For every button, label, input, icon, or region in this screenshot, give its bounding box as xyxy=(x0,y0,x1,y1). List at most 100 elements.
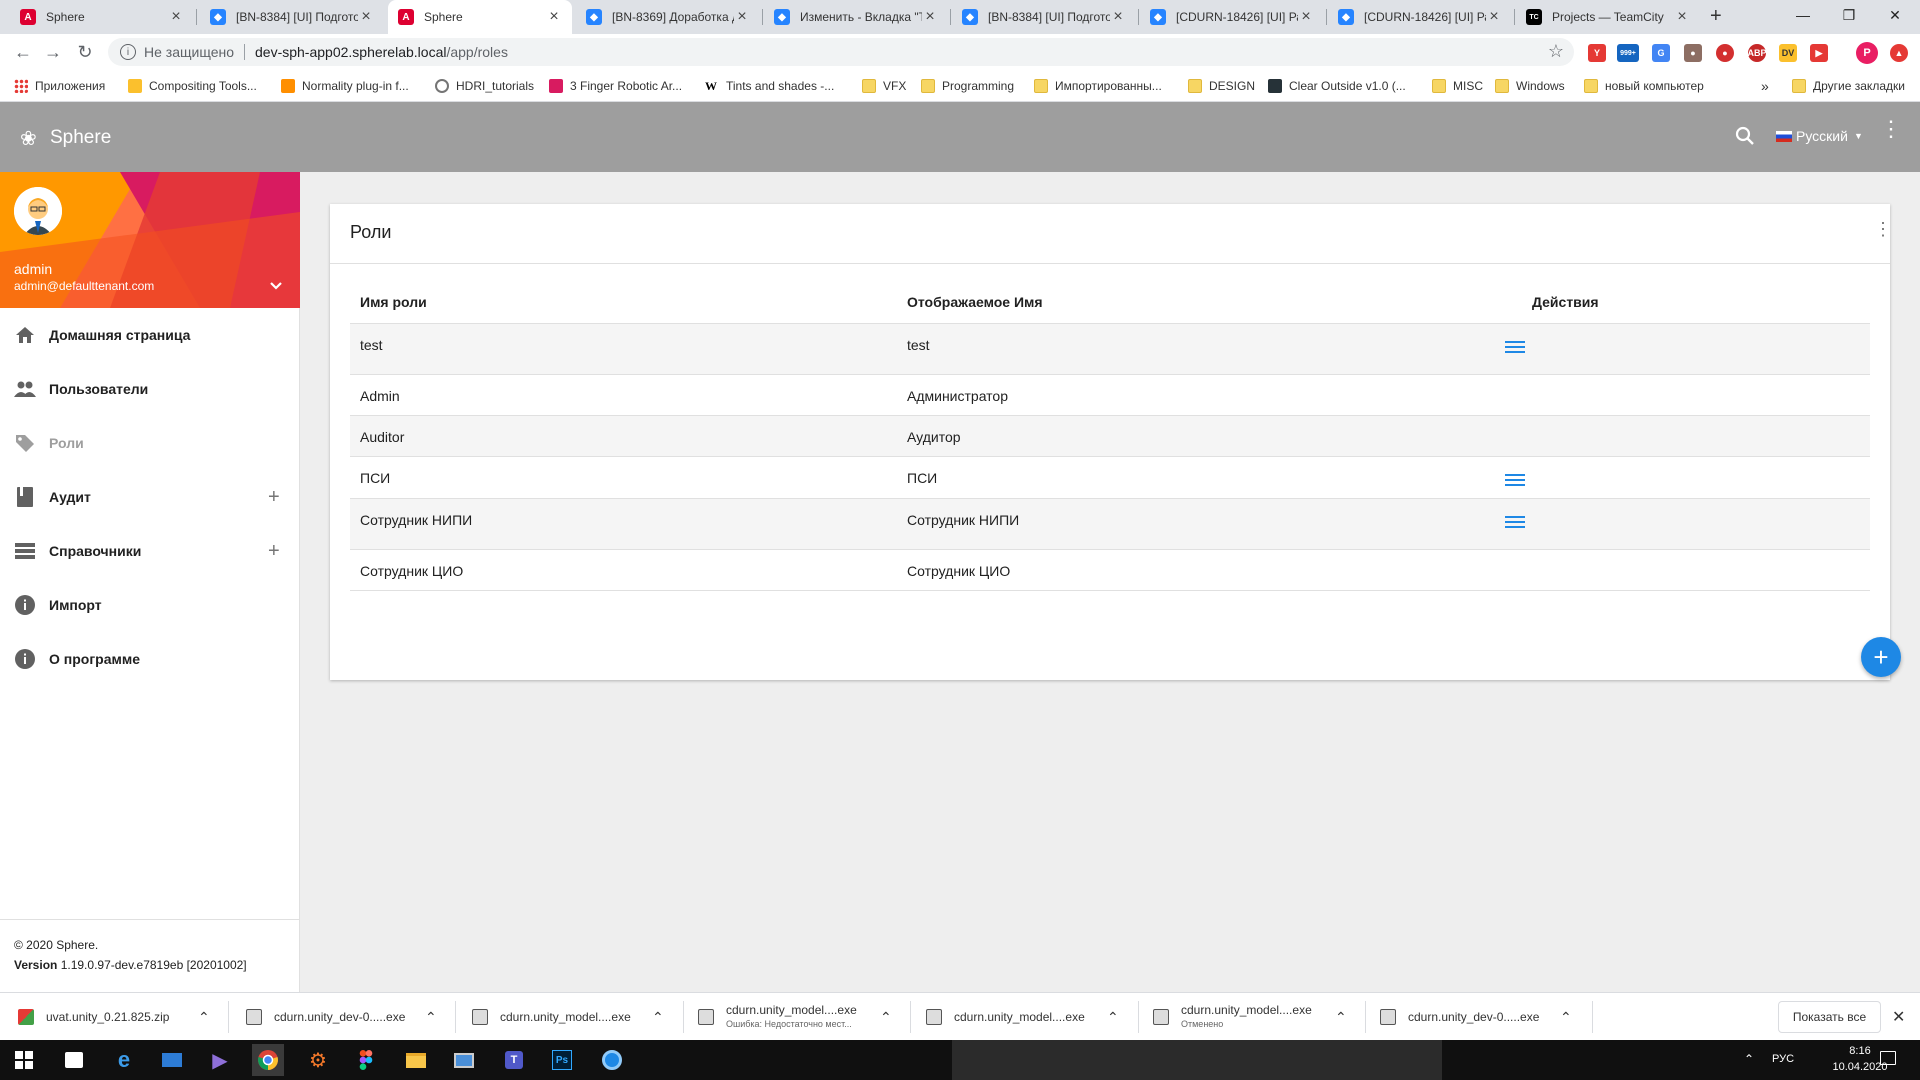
expand-plus-icon[interactable]: + xyxy=(268,540,280,563)
bookmark-item[interactable]: VFX xyxy=(862,70,906,102)
download-item[interactable]: uvat.unity_0.21.825.zip xyxy=(18,993,169,1041)
card-menu-icon[interactable]: ⋮ xyxy=(1874,220,1892,238)
browser-tab[interactable]: A Sphere × xyxy=(10,0,194,34)
visual-studio-icon[interactable]: ▶ xyxy=(204,1044,236,1076)
bookmark-item[interactable]: W Tints and shades -... xyxy=(705,70,834,102)
add-role-button[interactable]: + xyxy=(1861,637,1901,677)
sidebar-item[interactable]: Домашняя страница xyxy=(0,308,300,362)
download-menu-chevron-icon[interactable]: ⌃ xyxy=(198,993,210,1041)
bookmark-item[interactable]: Normality plug-in f... xyxy=(281,70,409,102)
profile-avatar[interactable]: P xyxy=(1856,42,1878,64)
app-icon[interactable] xyxy=(596,1044,628,1076)
browser-tab[interactable]: ◆ [CDURN-18426] [UI] Ра × xyxy=(1328,0,1512,34)
photoshop-icon[interactable]: Ps xyxy=(546,1044,578,1076)
other-bookmarks-item[interactable]: Другие закладки xyxy=(1792,70,1905,102)
file-explorer-icon[interactable] xyxy=(400,1044,432,1076)
close-window-button[interactable]: ✕ xyxy=(1872,0,1918,30)
bookmark-star-icon[interactable]: ☆ xyxy=(1548,41,1564,62)
sidebar-item[interactable]: О программе xyxy=(0,632,300,686)
bookmark-item[interactable]: Compositing Tools... xyxy=(128,70,257,102)
close-downloads-icon[interactable]: ✕ xyxy=(1892,1007,1905,1027)
download-menu-chevron-icon[interactable]: ⌃ xyxy=(1560,993,1572,1041)
bookmark-item[interactable]: Приложения xyxy=(14,70,105,102)
extension-badge-icon[interactable]: 999+ xyxy=(1617,44,1639,62)
chrome-taskbar-icon[interactable] xyxy=(252,1044,284,1076)
close-tab-icon[interactable]: × xyxy=(1110,8,1126,26)
windows-start-icon[interactable] xyxy=(8,1044,40,1076)
more-vert-icon[interactable]: ⋮ xyxy=(1880,118,1902,140)
maximize-window-button[interactable]: ❐ xyxy=(1826,0,1872,30)
close-tab-icon[interactable]: × xyxy=(922,8,938,26)
update-icon[interactable]: ▲ xyxy=(1890,44,1908,62)
download-menu-chevron-icon[interactable]: ⌃ xyxy=(425,993,437,1041)
minimize-window-button[interactable]: — xyxy=(1780,0,1826,30)
download-menu-chevron-icon[interactable]: ⌃ xyxy=(880,993,892,1041)
new-tab-button[interactable]: + xyxy=(1710,5,1722,28)
bookmark-item[interactable]: HDRI_tutorials xyxy=(435,70,534,102)
notifications-icon[interactable] xyxy=(1880,1051,1896,1065)
reload-icon[interactable]: ↻ xyxy=(74,41,96,63)
download-item[interactable]: cdurn.unity_model....exe xyxy=(472,993,631,1041)
download-item[interactable]: cdurn.unity_dev-0.....exe xyxy=(246,993,405,1041)
close-tab-icon[interactable]: × xyxy=(1298,8,1314,26)
translate-extension-icon[interactable]: G xyxy=(1652,44,1670,62)
download-menu-chevron-icon[interactable]: ⌃ xyxy=(1107,993,1119,1041)
adblock-extension-icon[interactable]: ABP xyxy=(1748,44,1767,62)
search-icon[interactable] xyxy=(1735,126,1755,146)
row-actions-menu-icon[interactable] xyxy=(1505,338,1525,356)
dv-extension-icon[interactable]: DV xyxy=(1779,44,1797,62)
yandex-extension-icon[interactable]: Y xyxy=(1588,44,1606,62)
sidebar-item[interactable]: Роли xyxy=(0,416,300,470)
bookmarks-overflow-button[interactable]: » xyxy=(1761,70,1769,102)
bookmark-item[interactable]: DESIGN xyxy=(1188,70,1255,102)
download-item[interactable]: cdurn.unity_model....exe Отменено xyxy=(1153,993,1312,1041)
close-tab-icon[interactable]: × xyxy=(734,8,750,26)
close-tab-icon[interactable]: × xyxy=(358,8,374,26)
browser-tab[interactable]: TC Projects — TeamCity × xyxy=(1516,0,1700,34)
back-icon[interactable]: ← xyxy=(12,41,34,63)
input-language[interactable]: РУС xyxy=(1772,1053,1794,1065)
close-tab-icon[interactable]: × xyxy=(1486,8,1502,26)
browser-tab[interactable]: ◆ [BN-8384] [UI] Подгото × xyxy=(952,0,1136,34)
teams-icon[interactable]: T xyxy=(498,1044,530,1076)
bookmark-item[interactable]: Clear Outside v1.0 (... xyxy=(1268,70,1406,102)
show-all-downloads-button[interactable]: Показать все xyxy=(1778,1001,1881,1033)
tray-chevron-icon[interactable]: ⌃ xyxy=(1744,1052,1754,1066)
browser-tab[interactable]: ◆ [CDURN-18426] [UI] Ра × xyxy=(1140,0,1324,34)
bookmark-item[interactable]: Импортированны... xyxy=(1034,70,1162,102)
close-tab-icon[interactable]: × xyxy=(1674,8,1690,26)
close-tab-icon[interactable]: × xyxy=(168,8,184,26)
bookmark-item[interactable]: новый компьютер xyxy=(1584,70,1704,102)
mail-icon[interactable] xyxy=(156,1044,188,1076)
row-actions-menu-icon[interactable] xyxy=(1505,471,1525,489)
download-menu-chevron-icon[interactable]: ⌃ xyxy=(1335,993,1347,1041)
bookmark-item[interactable]: Programming xyxy=(921,70,1014,102)
bookmark-item[interactable]: Windows xyxy=(1495,70,1565,102)
browser-tab[interactable]: ◆ Изменить - Вкладка "Т × xyxy=(764,0,948,34)
extension-icon[interactable]: ● xyxy=(1716,44,1734,62)
close-tab-icon[interactable]: × xyxy=(546,8,562,26)
download-item[interactable]: cdurn.unity_model....exe Ошибка: Недостат… xyxy=(698,993,857,1041)
blender-icon[interactable]: ⚙ xyxy=(302,1044,334,1076)
sidebar-item[interactable]: Аудит + xyxy=(0,470,300,524)
download-menu-chevron-icon[interactable]: ⌃ xyxy=(652,993,664,1041)
info-icon[interactable]: i xyxy=(120,44,136,60)
expand-plus-icon[interactable]: + xyxy=(268,486,280,509)
remote-desktop-icon[interactable] xyxy=(448,1044,480,1076)
download-item[interactable]: cdurn.unity_model....exe xyxy=(926,993,1085,1041)
language-selector[interactable]: Русский ▼ xyxy=(1776,128,1863,144)
figma-icon[interactable] xyxy=(350,1044,382,1076)
extension-icon[interactable]: ▶ xyxy=(1810,44,1828,62)
browser-tab[interactable]: A Sphere × xyxy=(388,0,572,34)
sidebar-item[interactable]: Справочники + xyxy=(0,524,300,578)
row-actions-menu-icon[interactable] xyxy=(1505,513,1525,531)
forward-icon[interactable]: → xyxy=(42,41,64,63)
app-brand[interactable]: Sphere xyxy=(50,127,111,149)
sidebar-item[interactable]: Пользователи xyxy=(0,362,300,416)
sidebar-item[interactable]: Импорт xyxy=(0,578,300,632)
clock-time[interactable]: 8:16 xyxy=(1835,1045,1885,1057)
address-bar[interactable]: i Не защищено dev-sph-app02.spherelab.lo… xyxy=(108,38,1574,66)
edge-icon[interactable]: e xyxy=(108,1044,140,1076)
extension-icon[interactable]: ● xyxy=(1684,44,1702,62)
chevron-down-icon[interactable] xyxy=(268,278,284,294)
